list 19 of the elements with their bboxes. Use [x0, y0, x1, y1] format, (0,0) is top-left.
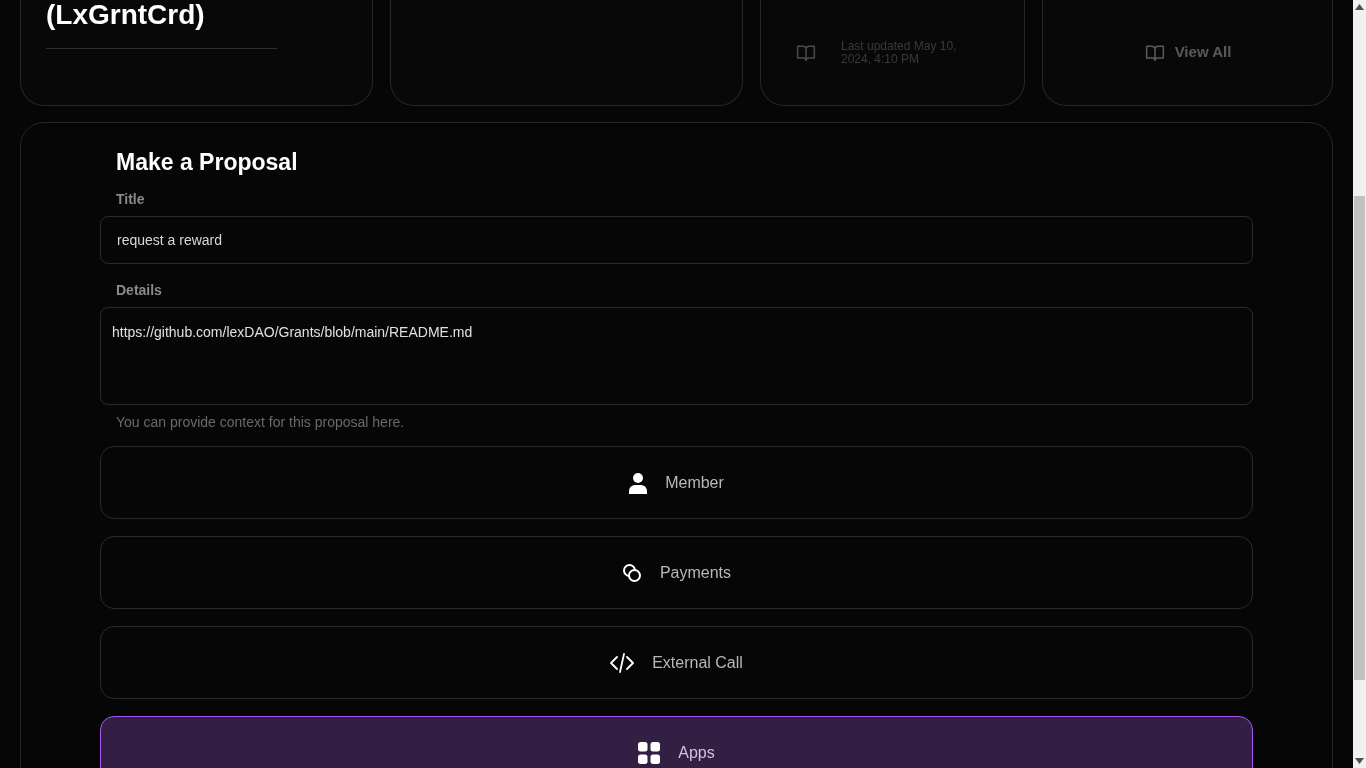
title-input[interactable]: request a reward — [100, 216, 1253, 264]
person-icon — [629, 471, 648, 494]
card-title: (LxGrntCrd) — [46, 0, 206, 30]
proposal-type-button[interactable]: Member — [100, 446, 1253, 519]
details-label: Details — [116, 281, 163, 299]
details-input[interactable]: https://github.com/lexDAO/Grants/blob/main/README.md — [100, 307, 1253, 405]
scrollbar[interactable] — [1353, 0, 1366, 768]
grid-icon — [638, 741, 661, 764]
scrollbar-thumb[interactable] — [1354, 196, 1365, 680]
scroll-down-icon[interactable] — [1355, 758, 1364, 764]
code-icon — [610, 652, 635, 673]
proposal-type-button[interactable]: Apps — [100, 716, 1253, 768]
details-help-text: You can provide context for this proposal here. — [116, 413, 406, 431]
proposal-type-button[interactable]: Payments — [100, 536, 1253, 609]
proposal-type-button[interactable]: External Call — [100, 626, 1253, 699]
scroll-up-icon[interactable] — [1355, 4, 1364, 10]
form-heading: Make a Proposal — [116, 148, 299, 177]
coins-icon — [621, 562, 642, 583]
title-label: Title — [116, 190, 146, 208]
